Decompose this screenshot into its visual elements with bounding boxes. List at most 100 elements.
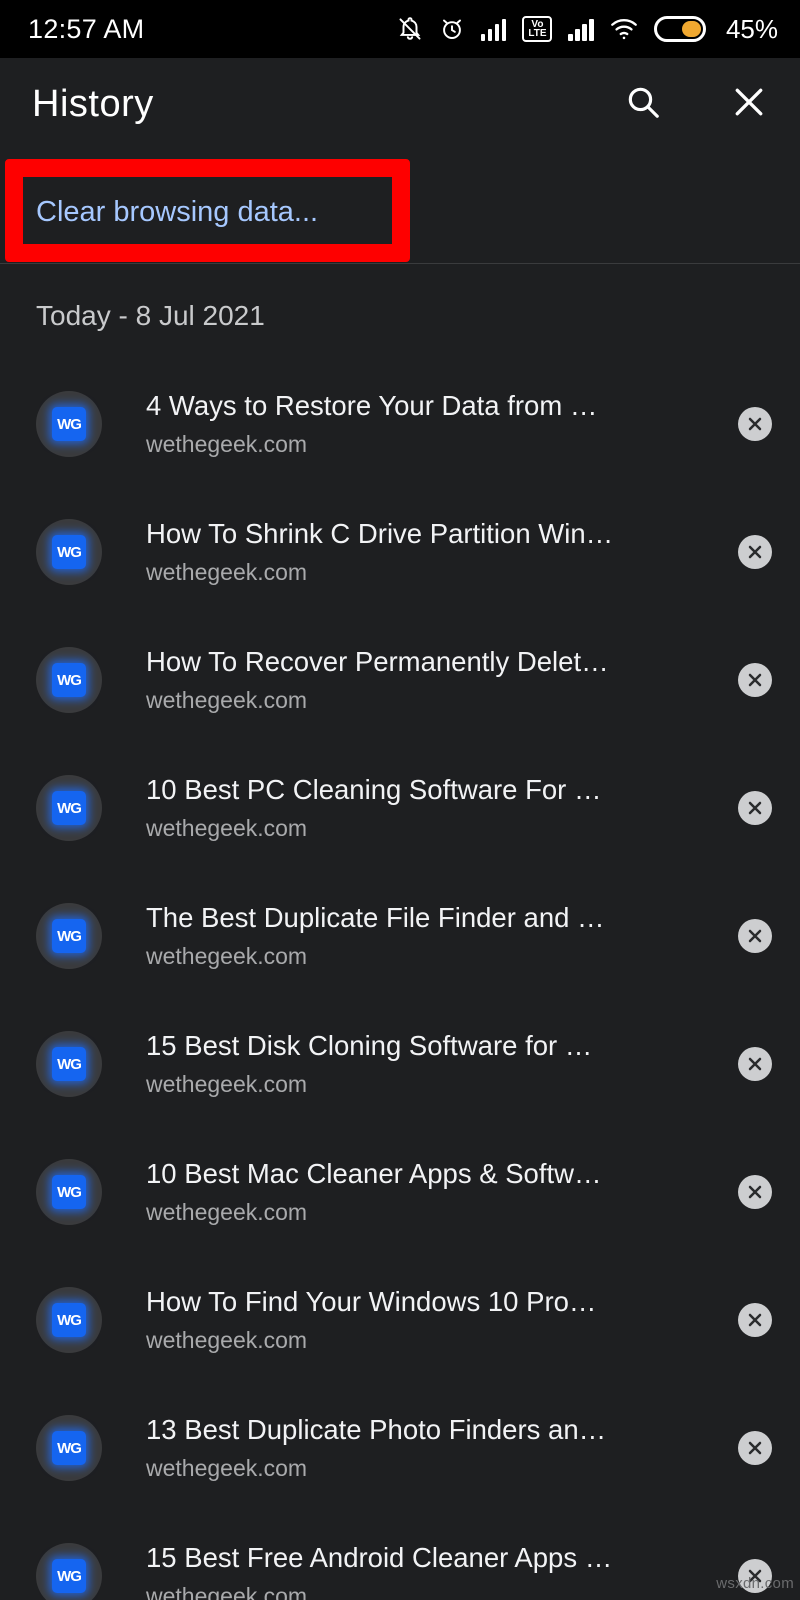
history-row-title: 4 Ways to Restore Your Data from …: [146, 390, 598, 422]
history-row-url: wethegeek.com: [146, 1454, 308, 1481]
battery-percent-label: 45%: [725, 13, 778, 44]
search-button[interactable]: [620, 81, 666, 127]
remove-history-entry-button[interactable]: [738, 1431, 772, 1465]
signal-bars-icon: [480, 17, 507, 41]
remove-history-entry-button[interactable]: [738, 535, 772, 569]
remove-history-entry-button[interactable]: [738, 663, 772, 697]
history-row-title: 15 Best Disk Cloning Software for …: [146, 1030, 593, 1062]
close-small-icon: [745, 542, 765, 562]
history-row-url: wethegeek.com: [146, 1198, 308, 1225]
wifi-icon: [610, 17, 638, 41]
wethegeek-logo-icon: WG: [52, 1175, 86, 1209]
history-row-text: How To Find Your Windows 10 Pro… wethegee…: [146, 1286, 712, 1354]
date-group-header: Today - 8 Jul 2021: [36, 300, 265, 331]
bell-muted-icon: [397, 16, 423, 42]
close-small-icon: [745, 1310, 765, 1330]
app-header: History: [0, 58, 800, 150]
close-small-icon: [745, 926, 765, 946]
history-list[interactable]: WG 4 Ways to Restore Your Data from … weth…: [0, 360, 800, 1600]
phone-screen: 12:57 AM Vo LTE 45% History Clear browsi…: [0, 0, 800, 1600]
header-actions: [620, 81, 772, 127]
history-row[interactable]: WG 10 Best PC Cleaning Software For … weth…: [0, 744, 800, 872]
volte-bottom-label: LTE: [528, 28, 547, 39]
close-small-icon: [745, 1438, 765, 1458]
history-row[interactable]: WG 15 Best Free Android Cleaner Apps … wet…: [0, 1512, 800, 1600]
signal-bars-2-icon: [568, 17, 594, 41]
favicon: WG: [36, 1543, 102, 1600]
favicon: WG: [36, 1415, 102, 1481]
history-row-text: 15 Best Free Android Cleaner Apps … wethe…: [146, 1542, 712, 1600]
close-small-icon: [745, 414, 765, 434]
remove-history-entry-button[interactable]: [738, 1047, 772, 1081]
close-icon: [730, 83, 768, 126]
history-row-url: wethegeek.com: [146, 1070, 308, 1097]
history-row-text: 4 Ways to Restore Your Data from … wetheg…: [146, 390, 712, 458]
history-row[interactable]: WG How To Recover Permanently Delet… wethe…: [0, 616, 800, 744]
remove-history-entry-button[interactable]: [738, 919, 772, 953]
wethegeek-logo-icon: WG: [52, 1047, 86, 1081]
history-row-title: 10 Best Mac Cleaner Apps & Softw…: [146, 1158, 602, 1190]
wethegeek-logo-icon: WG: [52, 1303, 86, 1337]
favicon: WG: [36, 903, 102, 969]
history-row-title: How To Find Your Windows 10 Pro…: [146, 1286, 597, 1318]
history-row-text: How To Shrink C Drive Partition Win… weth…: [146, 518, 712, 586]
clear-browsing-data-label: Clear browsing data...: [36, 195, 319, 228]
wethegeek-logo-icon: WG: [52, 535, 86, 569]
history-row-url: wethegeek.com: [146, 430, 308, 457]
wethegeek-logo-icon: WG: [52, 791, 86, 825]
history-row-url: wethegeek.com: [146, 1582, 308, 1600]
history-row-url: wethegeek.com: [146, 814, 308, 841]
close-small-icon: [745, 1182, 765, 1202]
history-row-title: 10 Best PC Cleaning Software For …: [146, 774, 602, 806]
status-icon-tray: Vo LTE 45%: [397, 14, 778, 45]
history-row-url: wethegeek.com: [146, 942, 308, 969]
history-row-title: How To Recover Permanently Delet…: [146, 646, 609, 678]
favicon: WG: [36, 647, 102, 713]
page-title: History: [32, 82, 154, 125]
alarm-icon: [439, 16, 465, 42]
remove-history-entry-button[interactable]: [738, 407, 772, 441]
history-row-title: The Best Duplicate File Finder and …: [146, 902, 605, 934]
status-bar: 12:57 AM Vo LTE 45%: [0, 0, 800, 58]
history-row[interactable]: WG How To Shrink C Drive Partition Win… we…: [0, 488, 800, 616]
remove-history-entry-button[interactable]: [738, 791, 772, 825]
history-row-text: 10 Best PC Cleaning Software For … wetheg…: [146, 774, 712, 842]
remove-history-entry-button[interactable]: [738, 1175, 772, 1209]
close-small-icon: [745, 670, 765, 690]
close-button[interactable]: [726, 81, 772, 127]
history-row-title: How To Shrink C Drive Partition Win…: [146, 518, 614, 550]
watermark: wsxdn.com: [716, 1575, 794, 1592]
close-small-icon: [745, 798, 765, 818]
search-icon: [624, 83, 662, 126]
history-row-title: 15 Best Free Android Cleaner Apps …: [146, 1542, 613, 1574]
history-row-text: 10 Best Mac Cleaner Apps & Softw… wethege…: [146, 1158, 712, 1226]
history-row-text: 13 Best Duplicate Photo Finders an… wethe…: [146, 1414, 712, 1482]
status-time: 12:57 AM: [28, 13, 145, 44]
history-row-text: The Best Duplicate File Finder and … weth…: [146, 902, 712, 970]
history-row-url: wethegeek.com: [146, 1326, 308, 1353]
wethegeek-logo-icon: WG: [52, 663, 86, 697]
favicon: WG: [36, 519, 102, 585]
wethegeek-logo-icon: WG: [52, 1431, 86, 1465]
history-row[interactable]: WG 15 Best Disk Cloning Software for … wet…: [0, 1000, 800, 1128]
history-row-text: 15 Best Disk Cloning Software for … wethe…: [146, 1030, 712, 1098]
battery-icon: [653, 16, 706, 42]
history-row-title: 13 Best Duplicate Photo Finders an…: [146, 1414, 607, 1446]
favicon: WG: [36, 775, 102, 841]
remove-history-entry-button[interactable]: [738, 1303, 772, 1337]
wethegeek-logo-icon: WG: [52, 1559, 86, 1593]
history-row[interactable]: WG How To Find Your Windows 10 Pro… wetheg…: [0, 1256, 800, 1384]
favicon: WG: [36, 1159, 102, 1225]
section-divider: [0, 263, 800, 264]
history-row[interactable]: WG 4 Ways to Restore Your Data from … weth…: [0, 360, 800, 488]
favicon: WG: [36, 1031, 102, 1097]
wethegeek-logo-icon: WG: [52, 919, 86, 953]
history-row-url: wethegeek.com: [146, 558, 308, 585]
history-row[interactable]: WG The Best Duplicate File Finder and … we…: [0, 872, 800, 1000]
history-row[interactable]: WG 10 Best Mac Cleaner Apps & Softw… wethe…: [0, 1128, 800, 1256]
history-row-url: wethegeek.com: [146, 686, 308, 713]
clear-browsing-data-button[interactable]: Clear browsing data...: [0, 160, 800, 264]
history-row[interactable]: WG 13 Best Duplicate Photo Finders an… wet…: [0, 1384, 800, 1512]
favicon: WG: [36, 391, 102, 457]
wethegeek-logo-icon: WG: [52, 407, 86, 441]
